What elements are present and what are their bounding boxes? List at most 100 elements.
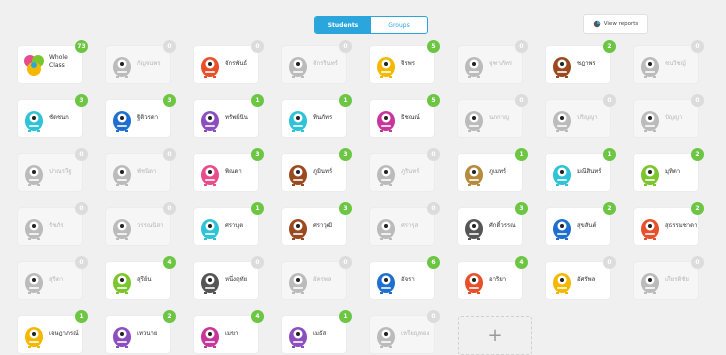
student-name: เมธัส (313, 330, 327, 337)
student-name: ศักดิ์วรรณ (489, 222, 516, 229)
student-card[interactable]: สุธรรมชาดา 2 (634, 202, 704, 245)
student-card[interactable]: ทินภัทร 1 (282, 94, 352, 137)
student-card[interactable]: กัญจนพร 0 (106, 40, 176, 83)
points-badge: 0 (691, 40, 704, 53)
points-badge: 1 (339, 94, 352, 107)
student-name: จุฑาภัทร (489, 60, 512, 67)
student-name: ภูมินทร์ (313, 168, 333, 175)
student-card[interactable]: ปริญญา 0 (546, 94, 616, 137)
student-card[interactable]: เมขา 4 (194, 310, 264, 353)
student-card[interactable]: พิณดา 3 (194, 148, 264, 191)
monster-avatar (289, 57, 307, 78)
student-name: สุขสันต์ (577, 222, 597, 229)
student-card[interactable]: ภูเมทร์ 1 (458, 148, 528, 191)
monster-avatar (113, 165, 131, 186)
monster-avatar (377, 111, 395, 132)
student-name: วรรณนิสา (137, 222, 164, 229)
monster-avatar (377, 273, 395, 294)
whole-class-card[interactable]: Whole Class 73 (18, 40, 88, 83)
student-card[interactable]: จักรพันธ์ 0 (194, 40, 264, 83)
student-name: เมขา (225, 330, 239, 337)
student-card[interactable]: ชฎาพร 2 (546, 40, 616, 83)
monster-avatar (113, 57, 131, 78)
student-name: อัครพล (313, 276, 332, 283)
student-name: ศราบุต (225, 222, 244, 229)
monster-avatar (289, 327, 307, 348)
student-name: นภกาญ (489, 114, 510, 121)
points-badge: 1 (75, 310, 88, 323)
add-student-button[interactable]: + (458, 316, 532, 355)
student-card[interactable]: เจษฎาภรณ์ 1 (18, 310, 88, 353)
points-badge: 0 (691, 94, 704, 107)
student-card[interactable]: ภูมินทร์ 3 (282, 148, 352, 191)
student-card[interactable]: จักรรินทร์ 0 (282, 40, 352, 83)
points-badge: 0 (515, 40, 528, 53)
student-card[interactable]: ศราบุต 1 (194, 202, 264, 245)
monster-avatar (465, 219, 483, 240)
student-card[interactable]: ทรัพย์นิน 1 (194, 94, 264, 137)
tab-groups[interactable]: Groups (371, 17, 427, 33)
points-badge: 2 (691, 202, 704, 215)
monster-avatar (377, 57, 395, 78)
student-card[interactable]: เมธัส 1 (282, 310, 352, 353)
points-badge: 3 (163, 94, 176, 107)
tab-students[interactable]: Students (315, 17, 371, 33)
student-card[interactable]: ปัญญา 0 (634, 94, 704, 137)
points-badge: 0 (163, 202, 176, 215)
student-card[interactable]: พัชนิดา 0 (106, 148, 176, 191)
student-name: หนึ่งฤทัย (225, 276, 248, 283)
student-name: จักรพันธ์ (225, 60, 248, 67)
student-card[interactable]: หนึ่งฤทัย 0 (194, 256, 264, 299)
student-card[interactable]: สุขสันต์ 2 (546, 202, 616, 245)
student-card[interactable]: อัจรา 6 (370, 256, 440, 299)
student-card[interactable]: รัชภัร 0 (18, 202, 88, 245)
student-card[interactable]: อัครพล 0 (282, 256, 352, 299)
student-card[interactable]: ศักดิ์วรรณ 3 (458, 202, 528, 245)
points-badge: 5 (427, 40, 440, 53)
monster-avatar (25, 327, 43, 348)
view-reports-button[interactable]: View reports (583, 14, 648, 34)
student-card[interactable]: ศรารุส 0 (370, 202, 440, 245)
monster-avatar (113, 327, 131, 348)
student-card[interactable]: จิรพร 5 (370, 40, 440, 83)
monster-avatar (201, 111, 219, 132)
student-name: เหรียญทอง (401, 330, 430, 337)
student-card[interactable]: เกียรติชัย 0 (634, 256, 704, 299)
points-badge: 4 (515, 256, 528, 269)
points-badge: 4 (163, 256, 176, 269)
student-card[interactable]: อาริยา 4 (458, 256, 528, 299)
student-name: ชฎาพร (577, 60, 596, 67)
view-reports-label: View reports (603, 21, 639, 27)
student-card[interactable]: ศราวุฒิ 3 (282, 202, 352, 245)
student-card[interactable]: ปาณรวีฐ 0 (18, 148, 88, 191)
points-badge: 0 (75, 202, 88, 215)
student-name: ศรารุส (401, 222, 419, 229)
student-card[interactable]: เหรียญทอง 0 (370, 310, 440, 353)
student-card[interactable]: ธิชณณ์ 5 (370, 94, 440, 137)
student-card[interactable]: สุริดา 0 (18, 256, 88, 299)
student-card[interactable]: วรรณนิสา 0 (106, 202, 176, 245)
student-card[interactable]: ภูรินทร์ 0 (370, 148, 440, 191)
monster-avatar (201, 273, 219, 294)
monster-avatar (641, 111, 659, 132)
student-card[interactable]: จุฑาภัทร 0 (458, 40, 528, 83)
student-card[interactable]: อัศรัพล 0 (546, 256, 616, 299)
monster-avatar (289, 219, 307, 240)
points-badge: 0 (427, 310, 440, 323)
monster-avatar (201, 327, 219, 348)
student-card[interactable]: มุทิตา 2 (634, 148, 704, 191)
student-card[interactable]: ชัดชนก 3 (18, 94, 88, 137)
student-name: พิณดา (225, 168, 242, 175)
monster-avatar (641, 165, 659, 186)
student-card[interactable]: นภกาญ 0 (458, 94, 528, 137)
points-badge: 0 (339, 256, 352, 269)
student-name: มณีสินทร์ (577, 168, 602, 175)
student-card[interactable]: สุรีย์น 4 (106, 256, 176, 299)
student-card[interactable]: เทวนาย 2 (106, 310, 176, 353)
top-bar: Students Groups View reports (0, 0, 726, 42)
student-name: ชัดชนก (49, 114, 69, 121)
student-card[interactable]: ชนวิชญ์ 0 (634, 40, 704, 83)
student-card[interactable]: มณีสินทร์ 1 (546, 148, 616, 191)
student-card[interactable]: ฐิติวรดา 3 (106, 94, 176, 137)
points-badge: 0 (75, 256, 88, 269)
